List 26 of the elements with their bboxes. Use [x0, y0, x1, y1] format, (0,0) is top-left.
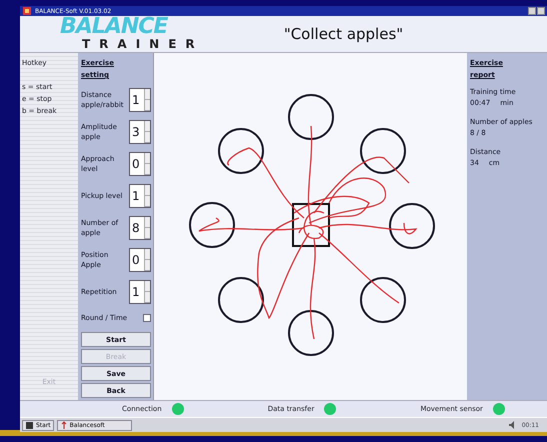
logo-subtitle: TRAINER — [81, 37, 200, 51]
number-spinner[interactable]: 1 — [129, 184, 151, 208]
number-spinner[interactable]: 3 — [129, 120, 151, 144]
logo-text: BALANCE — [60, 17, 169, 37]
number-spinner[interactable]: 8 — [129, 216, 151, 240]
number-spinner[interactable]: 1 — [129, 280, 151, 304]
target-ring — [360, 128, 406, 174]
target-ring — [218, 277, 264, 323]
arrow-icon — [60, 420, 68, 430]
checkbox[interactable] — [143, 314, 151, 322]
app-icon — [22, 6, 32, 16]
number-spinner[interactable]: 0 — [129, 248, 151, 272]
minimize-button[interactable] — [528, 7, 536, 15]
target-ring — [360, 277, 406, 323]
number-spinner[interactable]: 1 — [129, 88, 151, 112]
speaker-icon — [508, 420, 516, 430]
exercise-title: "Collect apples" — [282, 25, 404, 43]
target-ring — [189, 202, 235, 248]
number-spinner[interactable]: 0 — [129, 152, 151, 176]
maximize-button[interactable] — [537, 7, 545, 15]
start-square — [292, 203, 330, 247]
square-icon — [25, 420, 34, 430]
target-ring — [288, 310, 334, 356]
target-ring — [218, 128, 264, 174]
target-ring — [389, 203, 435, 249]
target-ring — [288, 94, 334, 140]
